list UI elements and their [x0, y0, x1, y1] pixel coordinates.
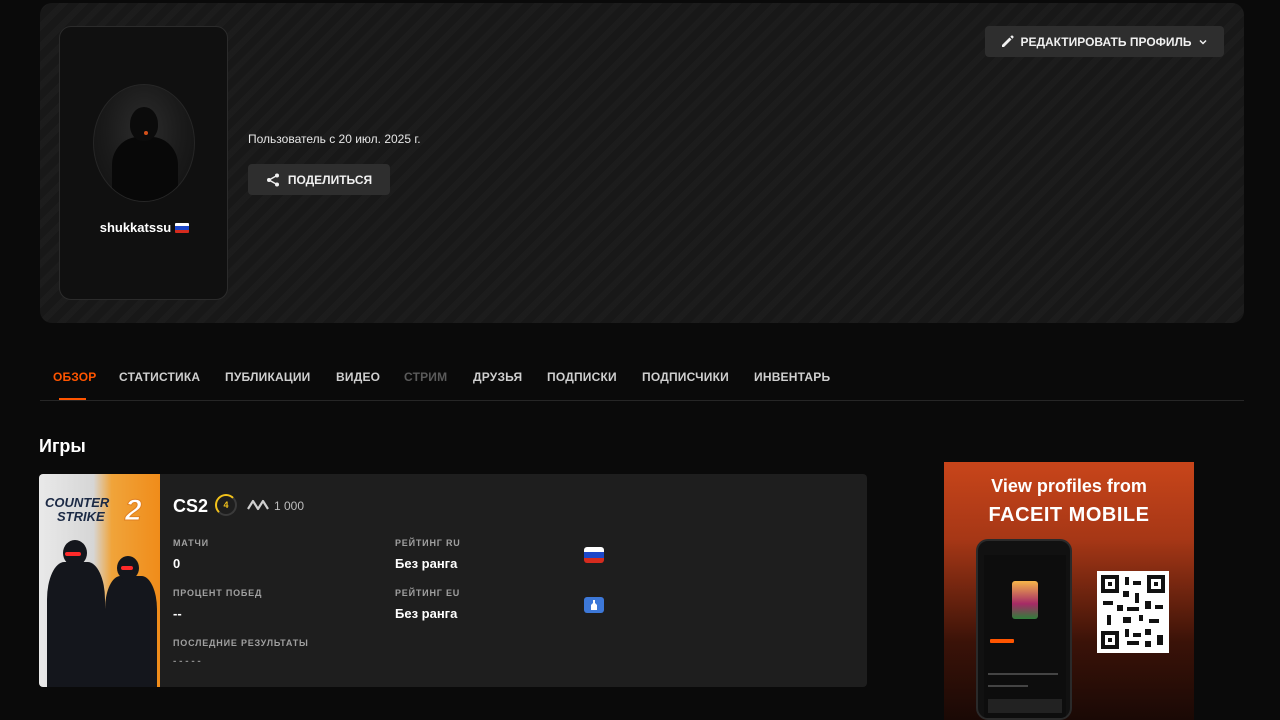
tab-stream: СТРИМ — [404, 370, 448, 384]
share-button[interactable]: ПОДЕЛИТЬСЯ — [248, 164, 390, 195]
avatar[interactable] — [93, 84, 195, 202]
winrate-label: ПРОЦЕНТ ПОБЕД — [173, 588, 263, 598]
tab-subscribers[interactable]: ПОДПИСЧИКИ — [642, 370, 729, 384]
chevron-down-icon — [1199, 39, 1207, 45]
tab-overview[interactable]: ОБЗОР — [53, 370, 97, 384]
rating-ru-label: РЕЙТИНГ RU — [395, 538, 461, 548]
eu-region-icon — [584, 597, 604, 613]
tab-statistics[interactable]: СТАТИСТИКА — [119, 370, 200, 384]
rating-eu-label: РЕЙТИНГ EU — [395, 588, 461, 598]
game-card-cs2[interactable]: COUNTER STRIKE 2 CS2 4 1 000 МАТЧИ 0 ПРО… — [39, 474, 867, 687]
elo-value: 1 000 — [274, 499, 305, 513]
username-row: shukkatssu — [60, 220, 229, 235]
share-label: ПОДЕЛИТЬСЯ — [287, 172, 373, 187]
tab-subscriptions[interactable]: ПОДПИСКИ — [547, 370, 617, 384]
elo-icon — [247, 499, 269, 511]
share-icon — [266, 173, 279, 186]
phone-mockup-image — [976, 539, 1072, 720]
ad-brand: FACEIT MOBILE — [988, 504, 1150, 526]
tab-inventory[interactable]: ИНВЕНТАРЬ — [754, 370, 830, 384]
skill-level-badge: 4 — [215, 494, 237, 516]
recent-results-value: - - - - - — [173, 656, 201, 667]
recent-results-label: ПОСЛЕДНИЕ РЕЗУЛЬТАТЫ — [173, 638, 309, 648]
cs2-cover-image: COUNTER STRIKE 2 — [39, 474, 160, 687]
profile-tabs: ОБЗОР СТАТИСТИКА ПУБЛИКАЦИИ ВИДЕО СТРИМ … — [40, 362, 1244, 401]
matches-value: 0 — [173, 556, 181, 571]
edit-profile-button[interactable]: РЕДАКТИРОВАТЬ ПРОФИЛЬ — [985, 26, 1224, 57]
faceit-mobile-ad[interactable]: View profiles from FACEIT MOBILE — [944, 462, 1194, 720]
username: shukkatssu — [99, 220, 172, 235]
tab-video[interactable]: ВИДЕО — [336, 370, 380, 384]
matches-label: МАТЧИ — [173, 538, 209, 548]
rating-eu-value: Без ранга — [395, 606, 458, 621]
winrate-value: -- — [173, 606, 182, 621]
ad-headline: View profiles from — [991, 476, 1147, 496]
russia-flag-icon — [175, 223, 190, 233]
game-title: CS2 — [173, 496, 209, 516]
member-since: Пользователь с 20 июл. 2025 г. — [248, 132, 421, 146]
tab-publications[interactable]: ПУБЛИКАЦИИ — [225, 370, 310, 384]
avatar-card: shukkatssu — [59, 26, 228, 300]
qr-code-image — [1097, 571, 1169, 653]
cs2-logo: COUNTER STRIKE 2 — [45, 494, 142, 527]
active-tab-indicator — [59, 398, 86, 400]
games-section-title: Игры — [39, 436, 86, 456]
edit-profile-label: РЕДАКТИРОВАТЬ ПРОФИЛЬ — [1020, 34, 1192, 49]
russia-flag-icon — [584, 547, 604, 563]
rating-ru-value: Без ранга — [395, 556, 458, 571]
pencil-icon — [1002, 35, 1015, 47]
tab-friends[interactable]: ДРУЗЬЯ — [473, 370, 522, 384]
